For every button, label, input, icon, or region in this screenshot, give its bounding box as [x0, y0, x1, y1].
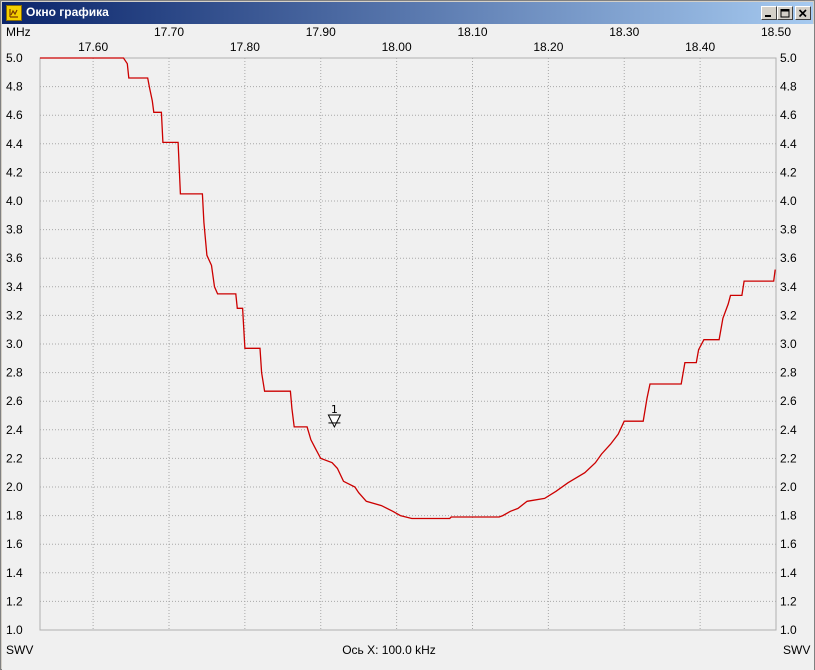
y-tick-label-left: 5.0	[6, 51, 23, 65]
y-tick-label-right: 4.0	[780, 194, 797, 208]
window-title: Окно графика	[26, 5, 109, 19]
y-tick-label-right: 5.0	[780, 51, 797, 65]
x-tick-label: 18.40	[685, 40, 715, 54]
marker-triangle-icon[interactable]	[327, 414, 342, 429]
y-tick-label-right: 4.2	[780, 165, 797, 179]
y-tick-label-right: 1.2	[780, 594, 797, 608]
y-tick-label-left: 3.6	[6, 251, 23, 265]
y-tick-label-left: 2.0	[6, 480, 23, 494]
y-tick-label-left: 2.4	[6, 423, 23, 437]
y-tick-label-left: 1.6	[6, 537, 23, 551]
y-tick-label-right: 2.0	[780, 480, 797, 494]
y-tick-label-right: 3.6	[780, 251, 797, 265]
close-button[interactable]	[795, 6, 811, 20]
y-tick-label-right: 3.0	[780, 337, 797, 351]
y-tick-label-right: 2.6	[780, 394, 797, 408]
x-tick-label: 18.10	[457, 25, 487, 39]
marker-label: 1	[331, 403, 338, 416]
y-tick-label-left: 4.2	[6, 165, 23, 179]
x-tick-label: 17.70	[154, 25, 184, 39]
y-right-label: SWV	[783, 643, 810, 657]
app-icon	[6, 5, 22, 21]
swr-series-line	[40, 57, 776, 520]
x-unit-label: MHz	[6, 25, 31, 39]
y-tick-label-left: 3.2	[6, 308, 23, 322]
x-tick-label: 18.20	[533, 40, 563, 54]
maximize-button[interactable]	[777, 6, 793, 20]
y-tick-label-left: 2.2	[6, 451, 23, 465]
x-tick-label: 18.30	[609, 25, 639, 39]
y-tick-label-left: 4.4	[6, 137, 23, 151]
y-left-label: SWV	[6, 643, 33, 657]
y-tick-label-right: 4.4	[780, 137, 797, 151]
x-tick-label: 17.60	[78, 40, 108, 54]
y-tick-label-left: 1.2	[6, 594, 23, 608]
y-tick-label-left: 3.8	[6, 223, 23, 237]
y-tick-label-left: 1.8	[6, 509, 23, 523]
y-tick-label-left: 2.8	[6, 366, 23, 380]
y-tick-label-left: 4.6	[6, 108, 23, 122]
swr-chart[interactable]: 17.70 17.90 18.10 18.30 18.50 17.60 17.80 18.00…	[2, 24, 814, 670]
y-tick-label-right: 3.8	[780, 223, 797, 237]
y-tick-label-left: 3.4	[6, 280, 23, 294]
x-tick-label: 18.00	[382, 40, 412, 54]
x-tick-label: 17.90	[306, 25, 336, 39]
y-tick-label-right: 1.0	[780, 623, 797, 637]
close-icon	[798, 9, 807, 18]
y-tick-label-right: 1.6	[780, 537, 797, 551]
y-tick-label-right: 2.8	[780, 366, 797, 380]
maximize-icon	[780, 9, 790, 18]
x-axis-caption: Ось X: 100.0 kHz	[342, 643, 436, 657]
minimize-button[interactable]	[761, 6, 777, 20]
plot-area[interactable]: 17.70 17.90 18.10 18.30 18.50 17.60 17.80 18.00…	[2, 24, 814, 670]
x-tick-label: 17.80	[230, 40, 260, 54]
y-tick-label-right: 3.4	[780, 280, 797, 294]
x-tick-label: 18.50	[761, 25, 791, 39]
minimize-icon	[765, 15, 771, 17]
y-tick-label-left: 4.8	[6, 80, 23, 94]
y-tick-label-left: 3.0	[6, 337, 23, 351]
y-tick-label-left: 1.4	[6, 566, 23, 580]
y-tick-label-left: 4.0	[6, 194, 23, 208]
plot-frame	[39, 57, 777, 631]
y-tick-label-right: 2.4	[780, 423, 797, 437]
y-tick-label-right: 4.8	[780, 80, 797, 94]
y-tick-label-right: 4.6	[780, 108, 797, 122]
chart-window: Окно графика 17.70 17.90 18.10 18.30 18.50 17…	[0, 0, 815, 670]
y-tick-label-right: 3.2	[780, 308, 797, 322]
y-tick-label-left: 1.0	[6, 623, 23, 637]
y-tick-label-right: 2.2	[780, 451, 797, 465]
y-tick-label-right: 1.4	[780, 566, 797, 580]
title-bar[interactable]: Окно графика	[2, 2, 813, 24]
y-tick-label-left: 2.6	[6, 394, 23, 408]
y-tick-label-right: 1.8	[780, 509, 797, 523]
